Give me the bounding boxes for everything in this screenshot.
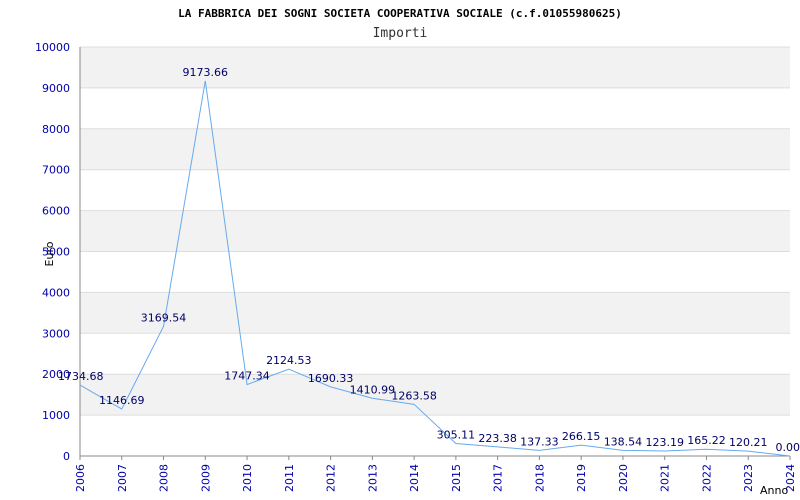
x-axis-label: Anno [760, 484, 788, 497]
x-tick-label: 2008 [158, 464, 171, 492]
x-tick-label: 2014 [408, 464, 421, 492]
data-label: 2124.53 [266, 354, 312, 367]
x-tick-label: 2010 [241, 464, 254, 492]
x-tick-label: 2007 [116, 464, 129, 492]
x-tick-label: 2021 [659, 464, 672, 492]
x-tick-label: 2020 [617, 464, 630, 492]
data-label: 123.19 [645, 436, 684, 449]
data-label: 1734.68 [58, 370, 104, 383]
data-label: 1410.99 [350, 383, 396, 396]
x-tick-label: 2012 [325, 464, 338, 492]
y-tick-label: 8000 [42, 123, 70, 136]
x-tick-label: 2018 [533, 464, 546, 492]
data-label: 1263.58 [391, 389, 437, 402]
data-label: 3169.54 [141, 311, 187, 324]
plot-band [80, 128, 790, 170]
y-tick-label: 6000 [42, 205, 70, 218]
y-tick-label: 4000 [42, 286, 70, 299]
x-tick-label: 2017 [492, 464, 505, 492]
y-tick-label: 10000 [35, 41, 70, 54]
x-axis-ticks: 2006 2007 2008 2009 2010 2011 2012 2013 2014 2015… [74, 456, 797, 492]
data-label: 1690.33 [308, 372, 354, 385]
line-chart: LA FABBRICA DEI SOGNI SOCIETA COOPERATIV… [35, 7, 800, 497]
data-label: 0.00 [776, 441, 800, 454]
y-axis-label: Euro [43, 241, 56, 266]
data-label: 120.21 [729, 436, 768, 449]
x-tick-label: 2011 [283, 464, 296, 492]
x-tick-label: 2023 [742, 464, 755, 492]
x-tick-label: 2009 [199, 464, 212, 492]
x-tick-label: 2015 [450, 464, 463, 492]
y-tick-label: 0 [63, 450, 70, 463]
data-label: 1747.34 [224, 370, 270, 383]
y-tick-label: 3000 [42, 327, 70, 340]
plot-bands [80, 47, 790, 416]
data-label: 266.15 [562, 430, 601, 443]
x-tick-label: 2022 [700, 464, 713, 492]
plot-band [80, 292, 790, 334]
data-label: 165.22 [687, 434, 726, 447]
y-tick-label: 7000 [42, 164, 70, 177]
data-label: 9173.66 [183, 66, 229, 79]
y-tick-label: 9000 [42, 82, 70, 95]
data-label: 137.33 [520, 435, 559, 448]
chart-title: LA FABBRICA DEI SOGNI SOCIETA COOPERATIV… [178, 7, 622, 20]
data-label: 138.54 [604, 435, 643, 448]
data-label: 1146.69 [99, 394, 145, 407]
x-tick-label: 2006 [74, 464, 87, 492]
chart-subtitle: Importi [373, 26, 428, 41]
x-tick-label: 2013 [366, 464, 379, 492]
y-tick-label: 1000 [42, 409, 70, 422]
x-tick-label: 2019 [575, 464, 588, 492]
plot-band [80, 210, 790, 252]
data-label: 305.11 [437, 429, 476, 442]
data-label: 223.38 [478, 432, 517, 445]
